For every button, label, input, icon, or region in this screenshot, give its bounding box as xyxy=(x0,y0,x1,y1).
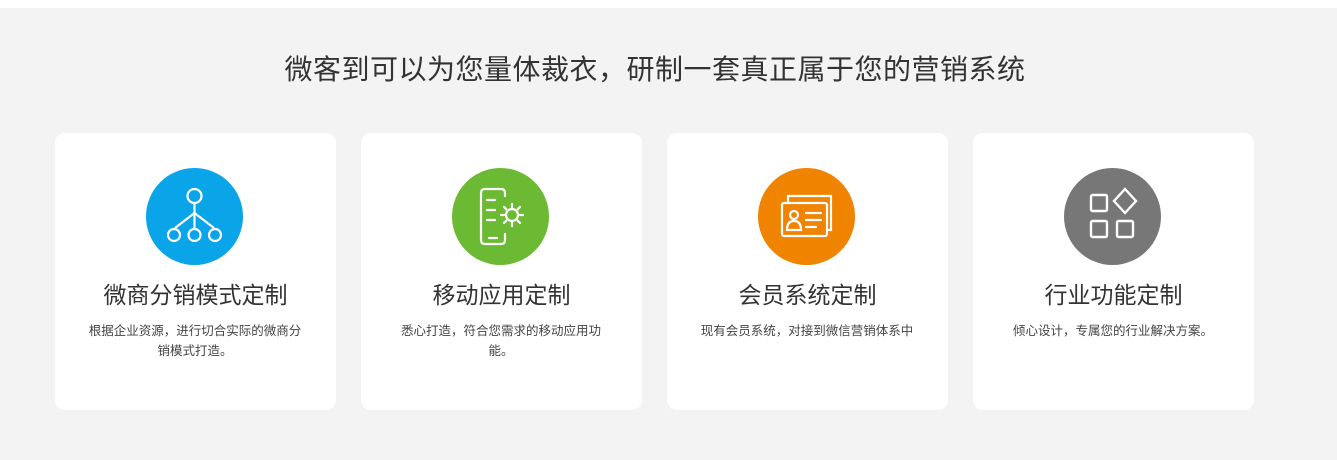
section-headline: 微客到可以为您量体裁衣，研制一套真正属于您的营销系统 xyxy=(284,53,1026,86)
member-card-icon xyxy=(758,168,855,265)
service-card-member-system[interactable]: 会员系统定制 现有会员系统，对接到微信营销体系中 xyxy=(667,133,948,410)
service-card-description: 根据企业资源，进行切合实际的微商分销模式打造。 xyxy=(88,323,302,358)
hierarchy-tree-icon xyxy=(146,168,243,265)
mobile-settings-icon xyxy=(452,168,549,265)
custom-services-section: 微客到可以为您量体裁衣，研制一套真正属于您的营销系统 微商分销模式定制 根据企业… xyxy=(0,8,1337,460)
service-card-mobile-app[interactable]: 移动应用定制 悉心打造，符合您需求的移动应用功能。 xyxy=(361,133,642,410)
service-card-description: 现有会员系统，对接到微信营销体系中 xyxy=(700,323,914,338)
service-card-description: 倾心设计，专属您的行业解决方案。 xyxy=(1012,323,1213,338)
service-card-title: 会员系统定制 xyxy=(738,283,877,309)
service-card-title: 行业功能定制 xyxy=(1044,283,1183,309)
service-card-distribution[interactable]: 微商分销模式定制 根据企业资源，进行切合实际的微商分销模式打造。 xyxy=(55,133,336,410)
service-card-title: 移动应用定制 xyxy=(432,283,571,309)
service-card-title: 微商分销模式定制 xyxy=(103,283,288,309)
app-grid-icon xyxy=(1064,168,1161,265)
service-card-industry-features[interactable]: 行业功能定制 倾心设计，专属您的行业解决方案。 xyxy=(973,133,1254,410)
service-card-description: 悉心打造，符合您需求的移动应用功能。 xyxy=(400,323,601,358)
